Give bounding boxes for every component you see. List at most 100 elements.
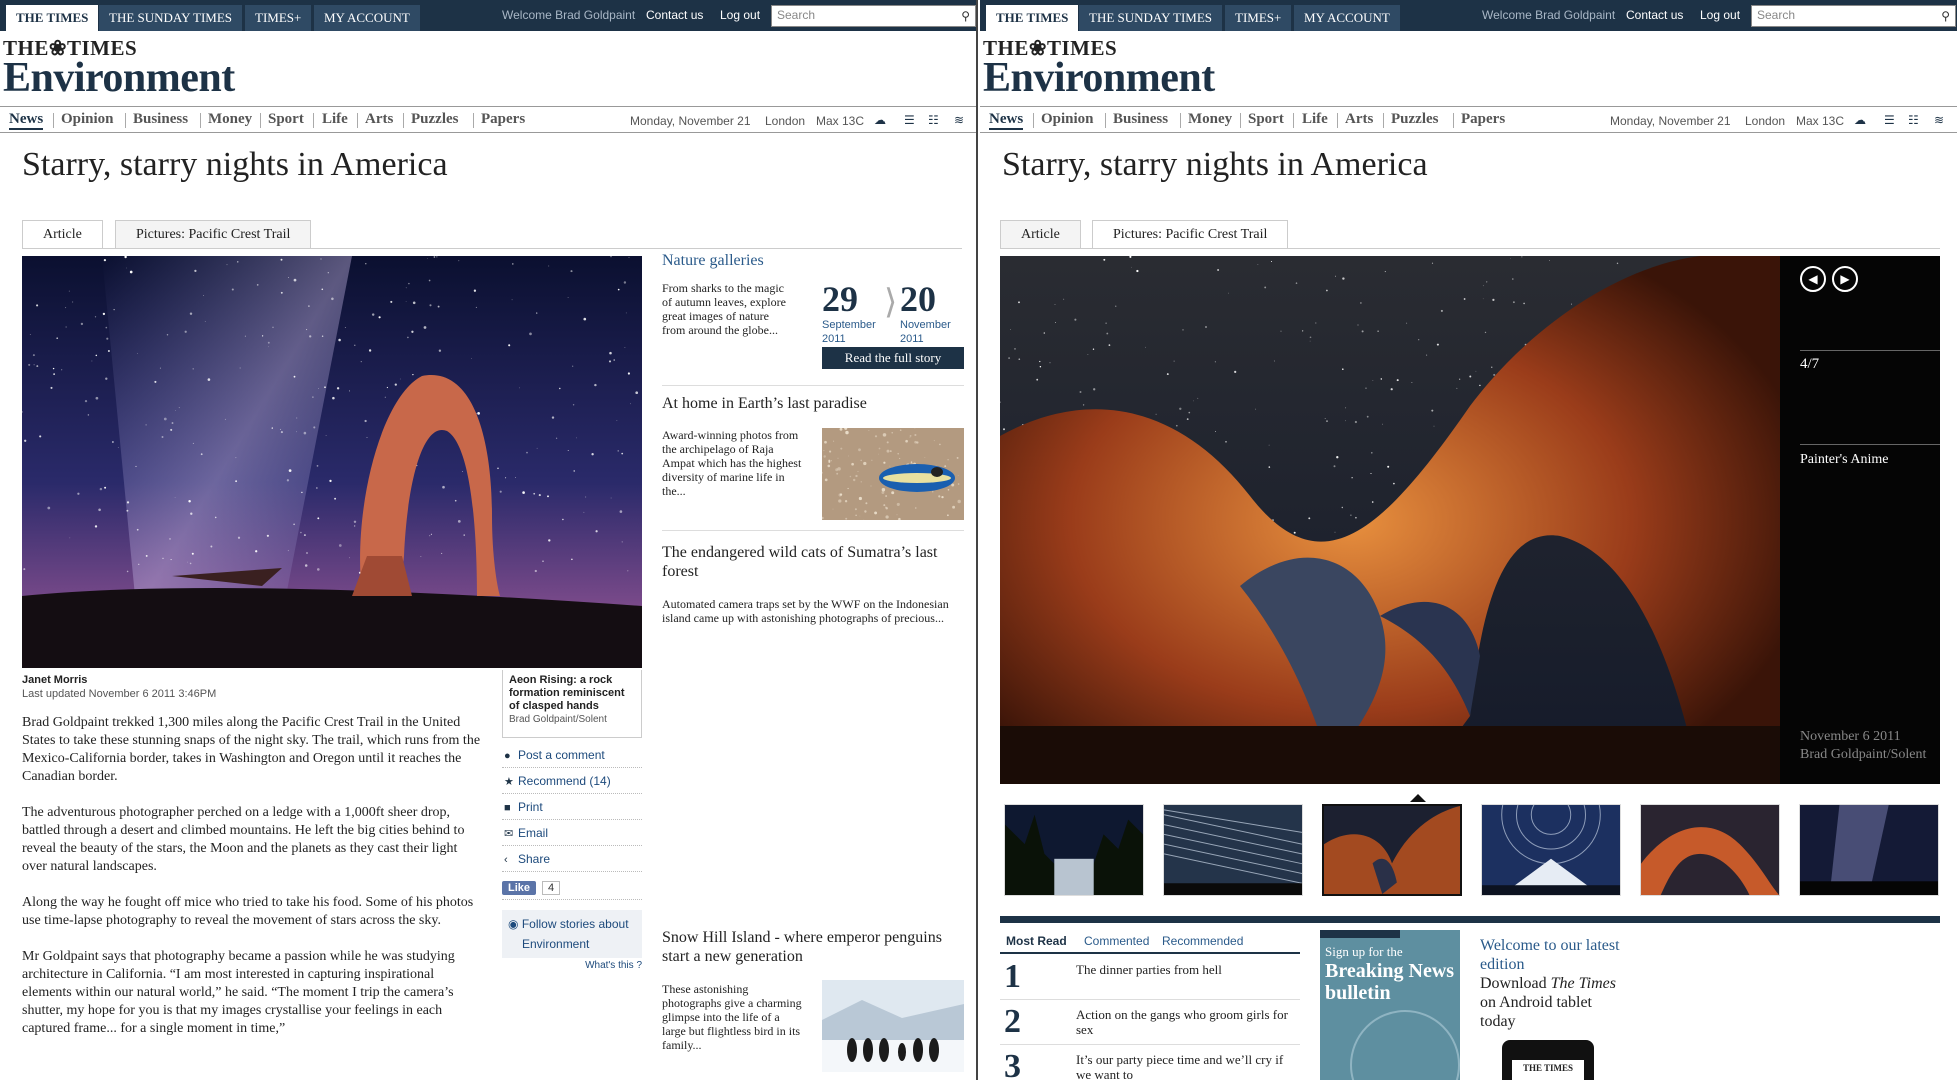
android-promo[interactable]: Welcome to our latest edition Download T… bbox=[1480, 936, 1620, 1031]
nav-business[interactable]: Business bbox=[1113, 111, 1168, 128]
share-link[interactable]: ‹ Share bbox=[502, 846, 642, 872]
arrow-right-icon[interactable]: ▶ bbox=[1832, 266, 1858, 292]
tab-my-account[interactable]: MY ACCOUNT bbox=[314, 5, 420, 31]
tab-times-plus[interactable]: TIMES+ bbox=[245, 5, 312, 31]
tab-commented[interactable]: Commented bbox=[1084, 934, 1149, 948]
gallery-main-image[interactable] bbox=[1000, 256, 1780, 784]
rss-icon[interactable]: ≋ bbox=[1934, 113, 1944, 128]
galleries-title[interactable]: Nature galleries bbox=[662, 252, 964, 270]
penguins-thumbnail[interactable] bbox=[822, 980, 964, 1072]
tab-pictures[interactable]: Pictures: Pacific Crest Trail bbox=[115, 220, 312, 248]
story-sumatra-cats[interactable]: The endangered wild cats of Sumatra’s la… bbox=[662, 543, 964, 643]
thumbnail-arch-sunset[interactable] bbox=[1640, 804, 1780, 896]
nav-papers[interactable]: Papers bbox=[481, 111, 525, 128]
contact-link[interactable]: Contact us bbox=[1626, 8, 1683, 22]
signup-label: Sign up for the bbox=[1325, 944, 1403, 959]
most-read-item[interactable]: 3 It’s our party piece time and we’ll cr… bbox=[1000, 1046, 1300, 1080]
search-placeholder: Search bbox=[1757, 8, 1796, 22]
top-bar: THE TIMES THE SUNDAY TIMES TIMES+ MY ACC… bbox=[980, 0, 1957, 31]
whats-this-link[interactable]: What's this ? bbox=[502, 960, 642, 971]
city-label: London bbox=[765, 114, 806, 128]
nav-sport[interactable]: Sport bbox=[268, 111, 304, 128]
fish-thumbnail[interactable] bbox=[822, 428, 964, 520]
most-read-item[interactable]: 2 Action on the gangs who groom girls fo… bbox=[1000, 1001, 1300, 1045]
nav-sport[interactable]: Sport bbox=[1248, 111, 1284, 128]
nav-news[interactable]: News bbox=[9, 111, 44, 130]
thumbnail-star-trails[interactable] bbox=[1163, 804, 1303, 896]
at-symbol-graphic bbox=[1350, 1010, 1460, 1080]
tab-my-account[interactable]: MY ACCOUNT bbox=[1294, 5, 1400, 31]
rss-icon[interactable]: ≋ bbox=[954, 113, 964, 128]
nav-money[interactable]: Money bbox=[208, 111, 252, 128]
nav-opinion[interactable]: Opinion bbox=[1041, 111, 1094, 128]
follow-topic-name[interactable]: Environment bbox=[508, 934, 636, 954]
welcome-text: Welcome to our latest edition bbox=[1480, 937, 1620, 973]
facebook-like-button[interactable]: Like bbox=[502, 880, 537, 895]
breaking-news-signup[interactable]: Sign up for the Breaking News bulletin bbox=[1320, 930, 1460, 1080]
nav-arts[interactable]: Arts bbox=[1345, 111, 1373, 128]
nav-life[interactable]: Life bbox=[322, 111, 348, 128]
tab-pictures[interactable]: Pictures: Pacific Crest Trail bbox=[1092, 220, 1289, 248]
tab-article[interactable]: Article bbox=[1000, 220, 1081, 248]
print-link[interactable]: ■ Print bbox=[502, 794, 642, 820]
follow-topic[interactable]: ◉ Follow stories about Environment bbox=[502, 910, 642, 958]
thumbnail-double-arch[interactable] bbox=[1322, 804, 1462, 896]
tab-times-plus[interactable]: TIMES+ bbox=[1225, 5, 1292, 31]
list-icon[interactable]: ☰ bbox=[1884, 113, 1895, 128]
tab-sunday-times[interactable]: THE SUNDAY TIMES bbox=[1079, 5, 1223, 31]
author-name[interactable]: Janet Morris bbox=[22, 674, 87, 686]
magnifier-icon[interactable]: ⚲ bbox=[961, 9, 970, 23]
nav-puzzles[interactable]: Puzzles bbox=[1391, 111, 1438, 128]
nav-arts[interactable]: Arts bbox=[365, 111, 393, 128]
most-read-title[interactable]: The dinner parties from hell bbox=[1076, 962, 1296, 977]
tab-sunday-times[interactable]: THE SUNDAY TIMES bbox=[99, 5, 243, 31]
recommend-link[interactable]: ★ Recommend (14) bbox=[502, 768, 642, 794]
nav-puzzles[interactable]: Puzzles bbox=[411, 111, 458, 128]
nav-news[interactable]: News bbox=[989, 111, 1024, 130]
story-title[interactable]: At home in Earth’s last paradise bbox=[662, 395, 964, 413]
tab-recommended[interactable]: Recommended bbox=[1162, 934, 1243, 948]
section-title[interactable]: Environment bbox=[3, 54, 235, 102]
search-placeholder: Search bbox=[777, 8, 816, 22]
email-link[interactable]: ✉ Email bbox=[502, 820, 642, 846]
section-nav: News Opinion Business Money Sport Life A… bbox=[0, 106, 976, 133]
hero-image-arch[interactable] bbox=[22, 256, 642, 668]
sitemap-icon[interactable]: ☷ bbox=[928, 113, 939, 128]
nav-business[interactable]: Business bbox=[133, 111, 188, 128]
most-read-title[interactable]: Action on the gangs who groom girls for … bbox=[1076, 1007, 1296, 1037]
story-title[interactable]: The endangered wild cats of Sumatra’s la… bbox=[662, 543, 964, 581]
thumbnail-waterfall[interactable] bbox=[1004, 804, 1144, 896]
tab-the-times[interactable]: THE TIMES bbox=[986, 5, 1079, 31]
story-title[interactable]: Snow Hill Island - where emperor penguin… bbox=[662, 928, 964, 966]
most-read-title[interactable]: It’s our party piece time and we’ll cry … bbox=[1076, 1052, 1296, 1080]
story-earths-paradise[interactable]: At home in Earth’s last paradise Award-w… bbox=[662, 395, 964, 525]
sitemap-icon[interactable]: ☷ bbox=[1908, 113, 1919, 128]
search-input[interactable]: Search ⚲ bbox=[771, 5, 976, 27]
nav-money[interactable]: Money bbox=[1188, 111, 1232, 128]
tab-article[interactable]: Article bbox=[22, 220, 103, 248]
nav-life[interactable]: Life bbox=[1302, 111, 1328, 128]
contact-link[interactable]: Contact us bbox=[646, 8, 703, 22]
nav-papers[interactable]: Papers bbox=[1461, 111, 1505, 128]
tab-most-read[interactable]: Most Read bbox=[1006, 934, 1067, 948]
list-icon[interactable]: ☰ bbox=[904, 113, 915, 128]
thumbnail-milky-way[interactable] bbox=[1799, 804, 1939, 896]
tab-the-times[interactable]: THE TIMES bbox=[6, 5, 99, 31]
story-text: These astonishing photographs give a cha… bbox=[662, 982, 802, 1052]
paragraph: Mr Goldpaint says that photography becam… bbox=[22, 949, 455, 1036]
post-comment-link[interactable]: ● Post a comment bbox=[502, 742, 642, 768]
section-title[interactable]: Environment bbox=[983, 54, 1215, 102]
search-input[interactable]: Search ⚲ bbox=[1751, 5, 1956, 27]
date-label: Monday, November 21 bbox=[1610, 114, 1731, 128]
city-label: London bbox=[1745, 114, 1786, 128]
nature-galleries-promo[interactable]: Nature galleries From sharks to the magi… bbox=[662, 252, 964, 392]
arrow-left-icon[interactable]: ◀ bbox=[1800, 266, 1826, 292]
story-snow-hill[interactable]: Snow Hill Island - where emperor penguin… bbox=[662, 928, 964, 1078]
nav-opinion[interactable]: Opinion bbox=[61, 111, 114, 128]
magnifier-icon[interactable]: ⚲ bbox=[1941, 9, 1950, 23]
most-read-item[interactable]: 1 The dinner parties from hell bbox=[1000, 956, 1300, 1000]
logout-link[interactable]: Log out bbox=[1700, 8, 1740, 22]
read-full-story-button[interactable]: Read the full story bbox=[822, 347, 964, 369]
thumbnail-mountain-trails[interactable] bbox=[1481, 804, 1621, 896]
logout-link[interactable]: Log out bbox=[720, 8, 760, 22]
